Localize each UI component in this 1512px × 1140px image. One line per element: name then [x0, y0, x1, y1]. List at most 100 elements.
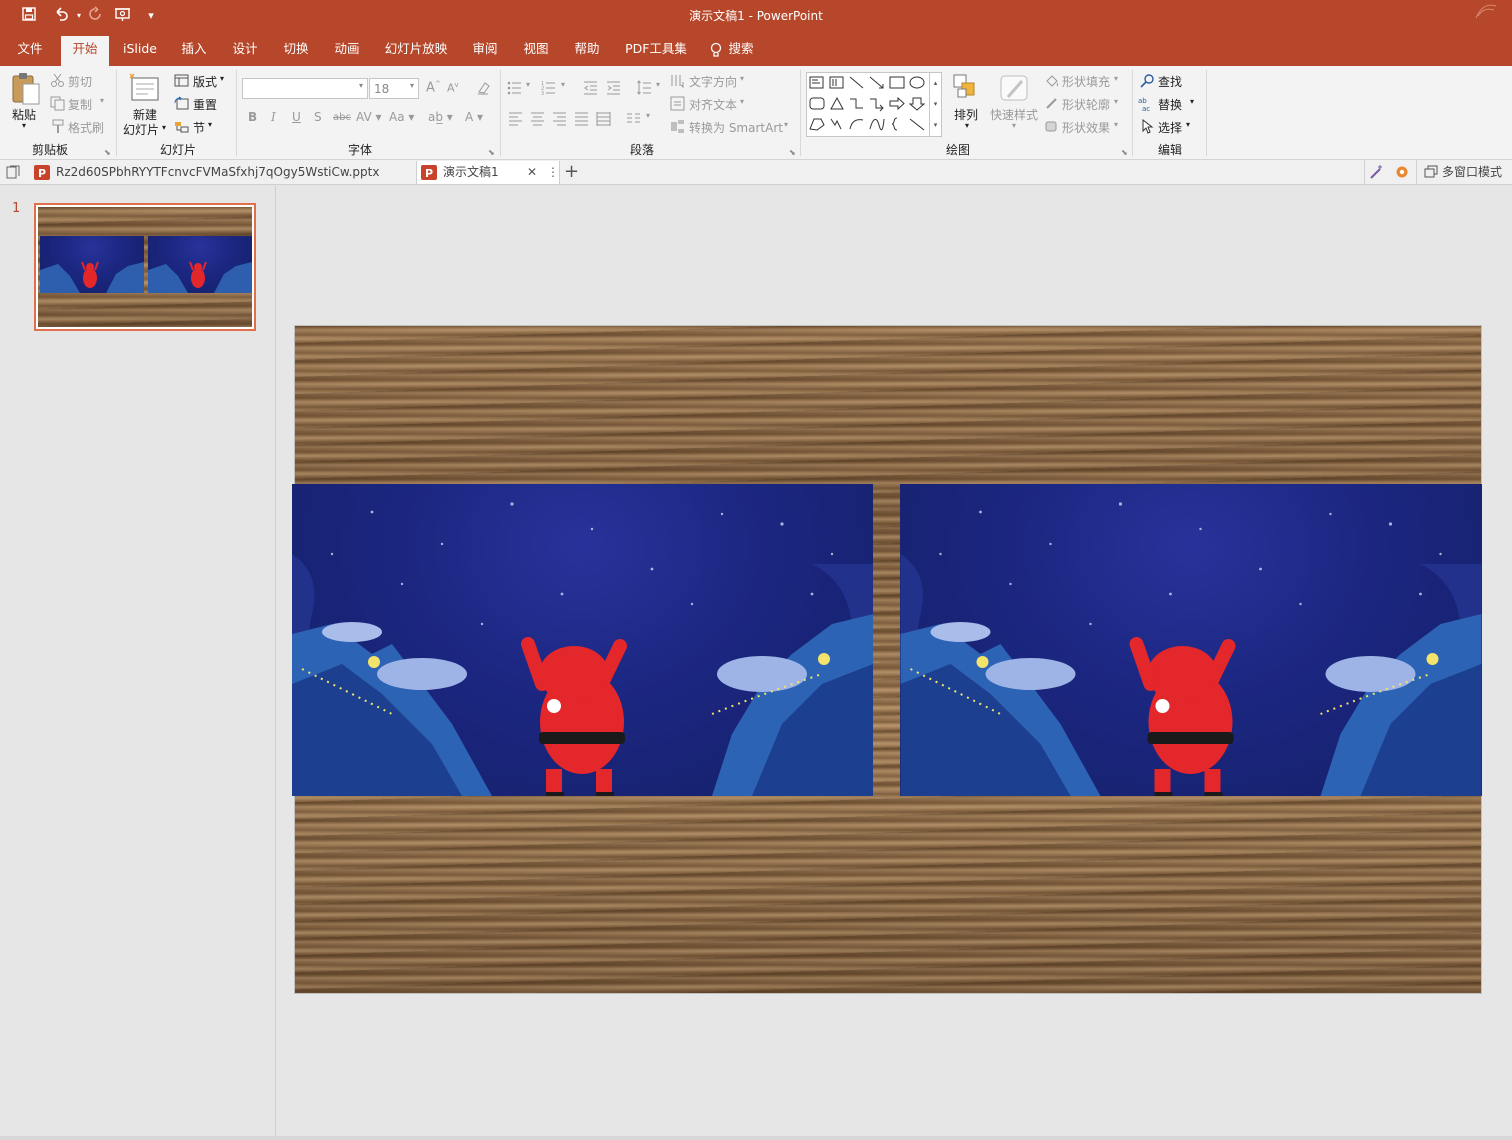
format-painter-icon[interactable] — [50, 119, 65, 134]
settings-gear-icon[interactable] — [1394, 164, 1410, 180]
select-button[interactable]: 选择 — [1158, 119, 1182, 136]
new-slide-dropdown-icon[interactable]: ▾ — [162, 123, 166, 132]
multi-window-icon[interactable] — [1424, 165, 1438, 179]
drawing-launcher-icon[interactable]: ⬊ — [1121, 148, 1128, 157]
align-right-icon[interactable] — [552, 111, 567, 126]
columns-icon[interactable] — [626, 111, 641, 126]
layout-dropdown-icon[interactable]: ▾ — [220, 74, 224, 83]
add-tab-icon[interactable]: + — [564, 161, 579, 183]
text-direction-button[interactable]: 文字方向 — [689, 73, 737, 90]
convert-smartart-button[interactable]: 转换为 SmartArt — [689, 119, 783, 136]
quick-styles-icon[interactable] — [998, 73, 1030, 105]
doc-tab-active[interactable]: P 演示文稿1 ✕ ⋮ — [416, 161, 560, 184]
character-spacing-icon[interactable]: AV ▾ — [356, 110, 382, 124]
tab-slideshow[interactable]: 幻灯片放映 — [380, 36, 452, 66]
replace-button[interactable]: 替换 — [1158, 96, 1182, 113]
align-center-icon[interactable] — [530, 111, 545, 126]
shape-outline-dropdown-icon[interactable]: ▾ — [1114, 97, 1118, 106]
tab-home[interactable]: 开始 — [61, 36, 109, 66]
shape-fill-icon[interactable] — [1044, 73, 1059, 88]
tab-transitions[interactable]: 切换 — [276, 36, 316, 66]
replace-icon[interactable]: ab ac — [1138, 96, 1153, 113]
format-painter-button[interactable]: 格式刷 — [68, 119, 104, 136]
font-name-combobox[interactable]: ▾ — [242, 78, 368, 99]
layout-button[interactable]: 版式 — [193, 73, 217, 90]
font-size-combobox[interactable]: 18 ▾ — [369, 78, 419, 99]
arrange-icon[interactable] — [952, 73, 980, 101]
chevron-down-icon[interactable]: ▾ — [930, 94, 941, 115]
tab-file[interactable]: 文件 — [10, 36, 50, 66]
justify-icon[interactable] — [574, 111, 589, 126]
copy-icon[interactable] — [50, 96, 65, 111]
font-color-icon[interactable]: A ▾ — [465, 110, 483, 124]
select-cursor-icon[interactable] — [1140, 118, 1155, 134]
replace-dropdown-icon[interactable]: ▾ — [1190, 97, 1194, 106]
christmas-picture-right[interactable] — [900, 484, 1482, 796]
tab-design[interactable]: 设计 — [225, 36, 265, 66]
line-spacing-icon[interactable] — [637, 80, 652, 95]
arrange-dropdown-icon[interactable]: ▾ — [965, 121, 969, 130]
copy-dropdown-icon[interactable]: ▾ — [100, 96, 104, 105]
line-spacing-dropdown-icon[interactable]: ▾ — [656, 80, 660, 89]
more-icon[interactable]: ▾ — [930, 115, 941, 136]
more-options-icon[interactable]: ⋮ — [547, 161, 559, 183]
text-direction-dropdown-icon[interactable]: ▾ — [740, 74, 744, 83]
find-button[interactable]: 查找 — [1158, 73, 1182, 90]
tab-review[interactable]: 审阅 — [465, 36, 505, 66]
reset-button[interactable]: 重置 — [193, 96, 217, 113]
tab-help[interactable]: 帮助 — [567, 36, 607, 66]
text-direction-icon[interactable] — [670, 73, 685, 89]
doc-tab-pptx[interactable]: P Rz2d60SPbhRYYTFcnvcFVMaSfxhj7qOgy5Wsti… — [30, 161, 415, 184]
shape-outline-button[interactable]: 形状轮廓 — [1062, 96, 1110, 113]
tab-pdf-tools[interactable]: PDF工具集 — [620, 36, 692, 66]
bullets-icon[interactable] — [507, 80, 522, 95]
align-text-icon[interactable] — [670, 96, 685, 111]
quick-styles-dropdown-icon[interactable]: ▾ — [1012, 121, 1016, 130]
document-list-icon[interactable] — [6, 165, 20, 179]
christmas-picture-left[interactable] — [292, 484, 873, 796]
select-dropdown-icon[interactable]: ▾ — [1186, 120, 1190, 129]
chevron-down-icon[interactable]: ▾ — [410, 81, 414, 90]
distributed-icon[interactable] — [596, 111, 611, 126]
shapes-gallery[interactable]: ▴ ▾ ▾ — [806, 72, 942, 137]
shadow-icon[interactable]: S — [314, 110, 322, 124]
bold-icon[interactable]: B — [248, 110, 257, 124]
new-slide-label[interactable]: 幻灯片 — [123, 121, 159, 138]
paragraph-launcher-icon[interactable]: ⬊ — [789, 148, 796, 157]
tab-view[interactable]: 视图 — [516, 36, 556, 66]
change-case-icon[interactable]: Aa ▾ — [389, 110, 414, 124]
tab-islide[interactable]: iSlide — [118, 36, 162, 66]
paste-icon[interactable] — [10, 72, 42, 108]
cut-button[interactable]: 剪切 — [68, 73, 92, 90]
clear-formatting-icon[interactable] — [476, 80, 491, 95]
smartart-dropdown-icon[interactable]: ▾ — [784, 120, 788, 129]
numbering-icon[interactable]: 123 — [541, 80, 556, 97]
align-left-icon[interactable] — [508, 111, 523, 126]
font-launcher-icon[interactable]: ⬊ — [488, 148, 495, 157]
tab-animations[interactable]: 动画 — [327, 36, 367, 66]
cut-icon[interactable] — [50, 73, 65, 88]
account-icon[interactable] — [1472, 2, 1498, 22]
layout-icon[interactable] — [174, 73, 189, 88]
section-icon[interactable] — [174, 119, 189, 134]
shape-effects-icon[interactable] — [1044, 119, 1059, 134]
underline-icon[interactable]: U — [292, 110, 301, 124]
chevron-up-icon[interactable]: ▴ — [930, 73, 941, 94]
wand-icon[interactable] — [1368, 164, 1384, 180]
section-dropdown-icon[interactable]: ▾ — [208, 120, 212, 129]
highlight-icon[interactable]: ab̲ ▾ — [428, 110, 453, 124]
shape-fill-button[interactable]: 形状填充 — [1062, 73, 1110, 90]
close-icon[interactable]: ✕ — [527, 161, 537, 183]
tab-search[interactable]: 搜索 — [724, 36, 758, 66]
shape-effects-button[interactable]: 形状效果 — [1062, 119, 1110, 136]
strikethrough-icon[interactable]: abc — [333, 112, 351, 123]
align-text-dropdown-icon[interactable]: ▾ — [740, 97, 744, 106]
smartart-icon[interactable] — [670, 119, 685, 134]
decrease-font-icon[interactable]: Av — [447, 81, 459, 95]
gallery-scrollbar[interactable]: ▴ ▾ ▾ — [929, 73, 941, 136]
chevron-down-icon[interactable]: ▾ — [359, 81, 363, 90]
paste-dropdown-icon[interactable]: ▾ — [22, 121, 26, 130]
find-icon[interactable] — [1140, 73, 1155, 88]
bullets-dropdown-icon[interactable]: ▾ — [526, 80, 530, 89]
shape-fill-dropdown-icon[interactable]: ▾ — [1114, 74, 1118, 83]
